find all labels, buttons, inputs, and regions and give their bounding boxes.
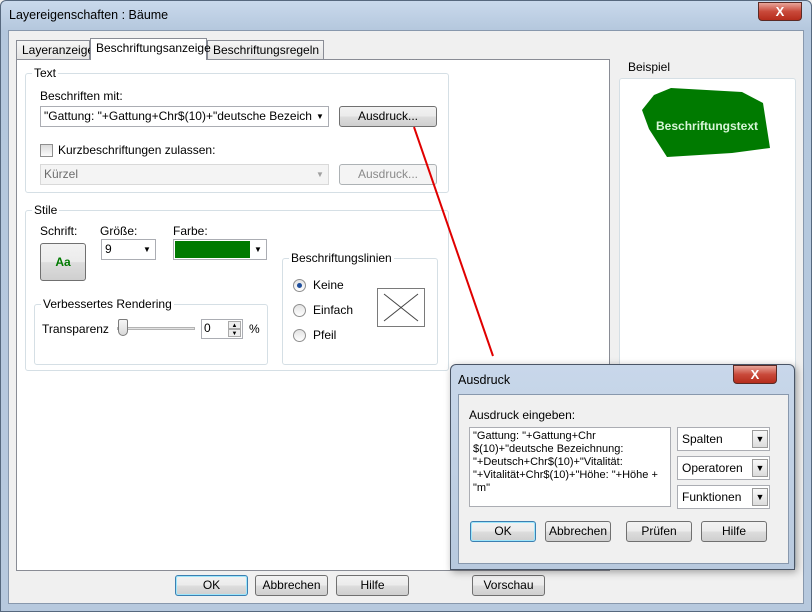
functions-dropdown-label: Funktionen	[682, 490, 742, 504]
dropdown-arrow-icon: ▼	[752, 459, 768, 477]
tab-beschriftungsanzeige[interactable]: Beschriftungsanzeige	[90, 38, 211, 60]
columns-dropdown-label: Spalten	[682, 432, 723, 446]
expression-textarea[interactable]: "Gattung: "+Gattung+Chr $(10)+"deutsche …	[469, 427, 671, 507]
expression-dialog: Ausdruck X Ausdruck eingeben: "Gattung: …	[450, 364, 795, 570]
dialog-cancel-button[interactable]: Abbrechen	[545, 521, 611, 542]
functions-dropdown[interactable]: Funktionen ▼	[677, 485, 770, 509]
operators-dropdown-label: Operatoren	[682, 461, 743, 475]
columns-dropdown[interactable]: Spalten ▼	[677, 427, 770, 451]
dialog-ok-button[interactable]: OK	[470, 521, 536, 542]
dialog-check-button[interactable]: Prüfen	[626, 521, 692, 542]
expression-prompt: Ausdruck eingeben:	[469, 408, 576, 422]
close-icon[interactable]: X	[733, 365, 777, 384]
expression-dialog-client: Ausdruck eingeben: "Gattung: "+Gattung+C…	[458, 394, 789, 564]
operators-dropdown[interactable]: Operatoren ▼	[677, 456, 770, 480]
expression-dialog-title: Ausdruck	[458, 373, 511, 387]
dropdown-arrow-icon: ▼	[752, 488, 768, 506]
dropdown-arrow-icon: ▼	[752, 430, 768, 448]
dialog-help-button[interactable]: Hilfe	[701, 521, 767, 542]
